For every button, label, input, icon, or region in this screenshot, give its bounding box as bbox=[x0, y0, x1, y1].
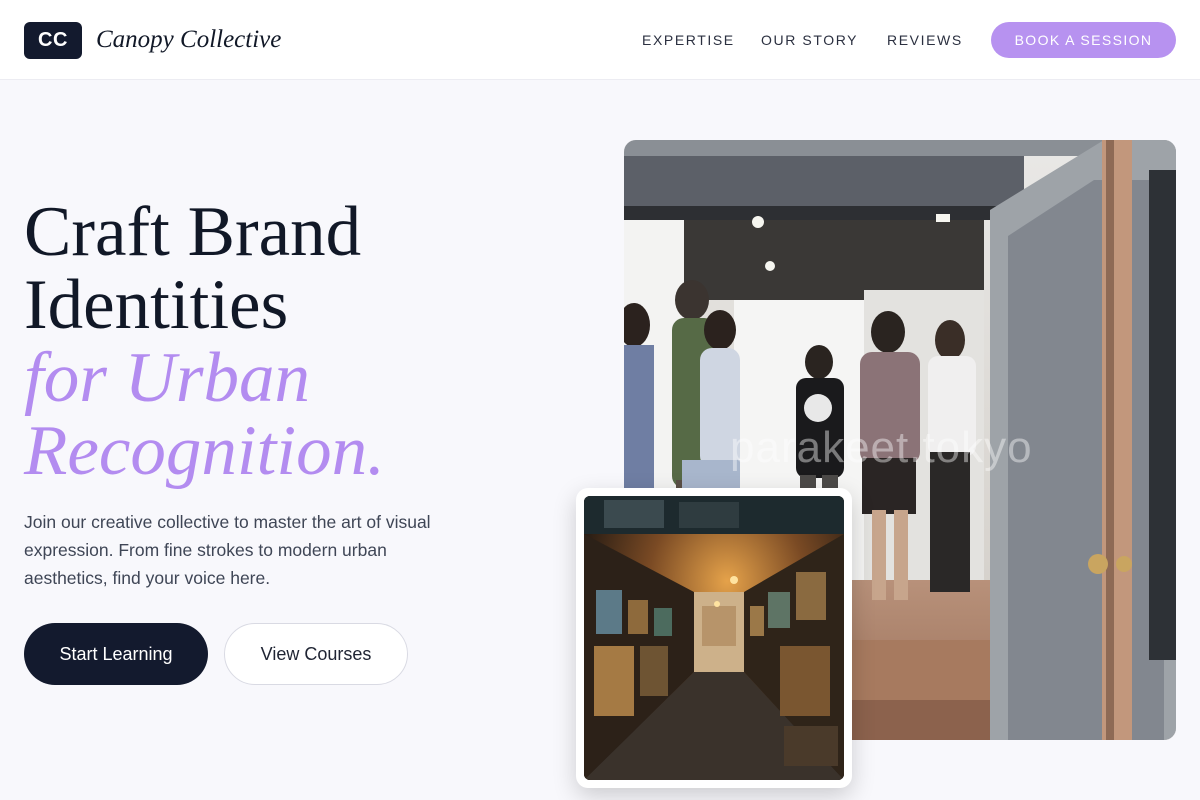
site-header: CC Canopy Collective EXPERTISE OUR STORY… bbox=[0, 0, 1200, 80]
hero-title-accent1: for Urban bbox=[24, 339, 311, 417]
hero-title: Craft Brand Identities for Urban Recogni… bbox=[24, 196, 584, 488]
hero-description: Join our creative collective to master t… bbox=[24, 512, 431, 588]
start-learning-button[interactable]: Start Learning bbox=[24, 623, 208, 685]
brand-name[interactable]: Canopy Collective bbox=[96, 24, 281, 56]
view-courses-button[interactable]: View Courses bbox=[224, 623, 408, 685]
nav-our-story[interactable]: OUR STORY bbox=[761, 30, 858, 50]
inset-photo-card bbox=[576, 488, 852, 788]
book-session-button[interactable]: BOOK A SESSION bbox=[991, 22, 1176, 58]
hero-title-accent2: Recognition. bbox=[24, 412, 385, 490]
hero-title-line2: Identities bbox=[24, 266, 289, 344]
inset-photo-illustration bbox=[584, 496, 844, 780]
logo-mark[interactable]: CC bbox=[24, 22, 82, 59]
nav-expertise[interactable]: EXPERTISE bbox=[642, 30, 735, 50]
photo-watermark: parakeet.tokyo bbox=[730, 423, 1033, 472]
hero-title-line1: Craft Brand bbox=[24, 193, 362, 271]
nav-reviews[interactable]: REVIEWS bbox=[887, 30, 963, 50]
inset-photo bbox=[584, 496, 844, 780]
